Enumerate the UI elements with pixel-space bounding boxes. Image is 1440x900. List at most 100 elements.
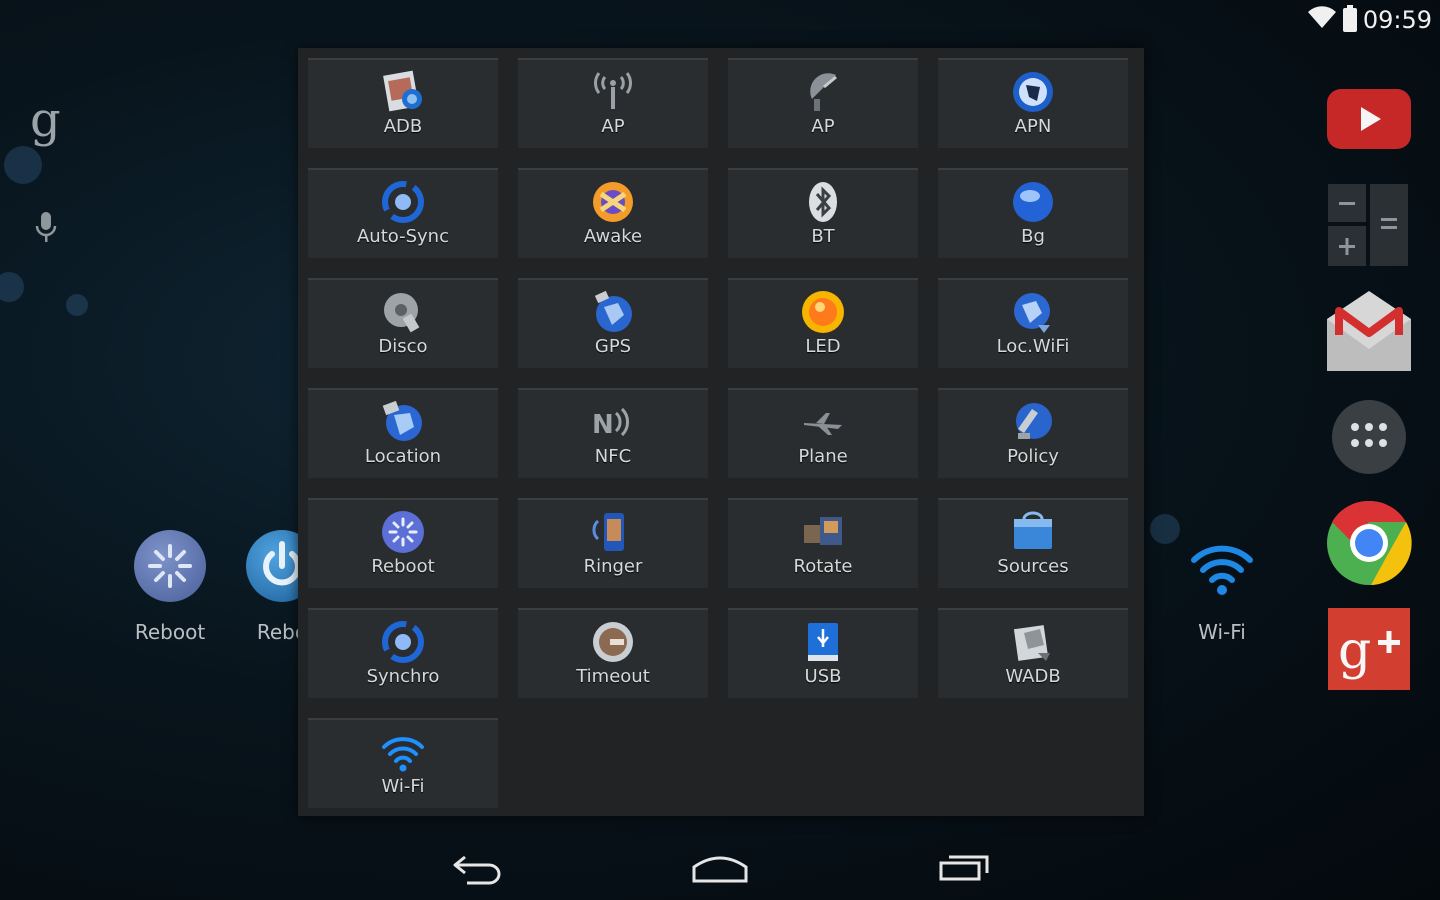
home-shortcut-reboot[interactable]: Reboot <box>120 530 220 644</box>
tile-label: Loc.WiFi <box>996 336 1070 357</box>
ringer-icon <box>589 508 637 556</box>
gmail-icon <box>1327 291 1411 375</box>
tile-bt[interactable]: BT <box>728 168 918 258</box>
tile-label: APN <box>1014 116 1052 137</box>
calculator-app[interactable] <box>1326 184 1412 270</box>
app-drawer-button[interactable] <box>1326 396 1412 482</box>
tile-label: GPS <box>594 336 632 357</box>
tile-label: Auto-Sync <box>356 226 449 247</box>
timeout-icon <box>589 618 637 666</box>
app-drawer-icon <box>1331 399 1407 479</box>
home-button[interactable] <box>680 848 760 892</box>
home-shortcut-label: Reboot <box>134 620 206 644</box>
bokeh-dot <box>66 294 88 316</box>
tile-label: BT <box>811 226 835 247</box>
tile-wifi[interactable]: Wi-Fi <box>308 718 498 808</box>
tile-location[interactable]: Location <box>308 388 498 478</box>
policy-icon <box>1009 398 1057 446</box>
wireless-adb-icon <box>1009 618 1057 666</box>
reboot-icon <box>134 530 206 602</box>
quick-settings-panel: ADB AP AP APN Auto-Sync Awake BT Bg Disc… <box>298 48 1144 816</box>
disco-icon <box>379 288 427 336</box>
tile-label: AP <box>601 116 625 137</box>
tile-label: Policy <box>1007 446 1059 467</box>
dock: g <box>1326 78 1412 714</box>
tile-led[interactable]: LED <box>728 278 918 368</box>
chrome-app[interactable] <box>1326 500 1412 590</box>
wifi-icon <box>379 728 427 776</box>
usb-icon <box>799 618 847 666</box>
tile-apn[interactable]: APN <box>938 58 1128 148</box>
wifi-icon <box>1186 530 1258 602</box>
tile-label: Wi-Fi <box>381 776 425 797</box>
tile-label: LED <box>805 336 841 357</box>
youtube-icon <box>1327 89 1411 153</box>
tile-awake[interactable]: Awake <box>518 168 708 258</box>
tile-plane[interactable]: Plane <box>728 388 918 478</box>
sources-icon <box>1009 508 1057 556</box>
tile-adb[interactable]: ADB <box>308 58 498 148</box>
tile-label: USB <box>804 666 842 687</box>
tile-policy[interactable]: Policy <box>938 388 1128 478</box>
reboot-icon <box>379 508 427 556</box>
tile-label: Ringer <box>583 556 643 577</box>
youtube-app[interactable] <box>1326 78 1412 164</box>
google-search-logo[interactable]: g <box>30 92 61 148</box>
tile-label: WADB <box>1005 666 1061 687</box>
clock: 09:59 <box>1362 6 1432 34</box>
tile-usb[interactable]: USB <box>728 608 918 698</box>
tile-wadb[interactable]: WADB <box>938 608 1128 698</box>
tile-nfc[interactable]: N NFC <box>518 388 708 478</box>
location-icon <box>379 398 427 446</box>
adb-icon <box>379 68 427 116</box>
tile-disco[interactable]: Disco <box>308 278 498 368</box>
tile-sources[interactable]: Sources <box>938 498 1128 588</box>
home-shortcut-label: Wi-Fi <box>1198 620 1246 644</box>
tile-label: Location <box>364 446 442 467</box>
tile-bg[interactable]: Bg <box>938 168 1128 258</box>
tile-reboot[interactable]: Reboot <box>308 498 498 588</box>
tile-label: Disco <box>378 336 428 357</box>
calculator-icon <box>1328 184 1410 270</box>
location-wifi-icon <box>1009 288 1057 336</box>
tile-timeout[interactable]: Timeout <box>518 608 708 698</box>
home-shortcut-wifi[interactable]: Wi-Fi <box>1172 530 1272 644</box>
tile-label: Rotate <box>793 556 853 577</box>
svg-text:g: g <box>1338 621 1371 681</box>
bokeh-dot <box>0 272 24 302</box>
tile-ringer[interactable]: Ringer <box>518 498 708 588</box>
bluetooth-icon <box>799 178 847 226</box>
tile-gps[interactable]: GPS <box>518 278 708 368</box>
battery-icon <box>1342 5 1357 32</box>
tile-loc-wifi[interactable]: Loc.WiFi <box>938 278 1128 368</box>
tile-label: AP <box>811 116 835 137</box>
nfc-icon: N <box>589 398 637 446</box>
airplane-icon <box>799 398 847 446</box>
google-plus-app[interactable]: g <box>1326 608 1412 694</box>
mic-icon[interactable] <box>34 210 58 250</box>
antenna-icon <box>589 68 637 116</box>
tile-label: Sources <box>997 556 1069 577</box>
tile-label: Synchro <box>366 666 440 687</box>
chrome-icon <box>1326 500 1412 590</box>
recents-button[interactable] <box>924 848 1004 892</box>
status-bar: 09:59 <box>0 0 1440 40</box>
back-button[interactable] <box>438 848 518 892</box>
recents-icon <box>937 853 991 887</box>
apn-globe-icon <box>1009 68 1057 116</box>
rotate-icon <box>799 508 847 556</box>
wifi-icon <box>1307 6 1337 34</box>
satellite-dish-icon <box>799 68 847 116</box>
svg-text:N: N <box>592 410 614 440</box>
tile-label: ADB <box>383 116 423 137</box>
gmail-app[interactable] <box>1326 290 1412 376</box>
tile-rotate[interactable]: Rotate <box>728 498 918 588</box>
status-icons: 09:59 <box>1307 5 1432 34</box>
tile-label: Plane <box>798 446 848 467</box>
tile-ap-dish[interactable]: AP <box>728 58 918 148</box>
tile-ap-antenna[interactable]: AP <box>518 58 708 148</box>
tile-auto-sync[interactable]: Auto-Sync <box>308 168 498 258</box>
gps-globe-icon <box>589 288 637 336</box>
tile-synchro[interactable]: Synchro <box>308 608 498 698</box>
tile-label: Awake <box>583 226 643 247</box>
